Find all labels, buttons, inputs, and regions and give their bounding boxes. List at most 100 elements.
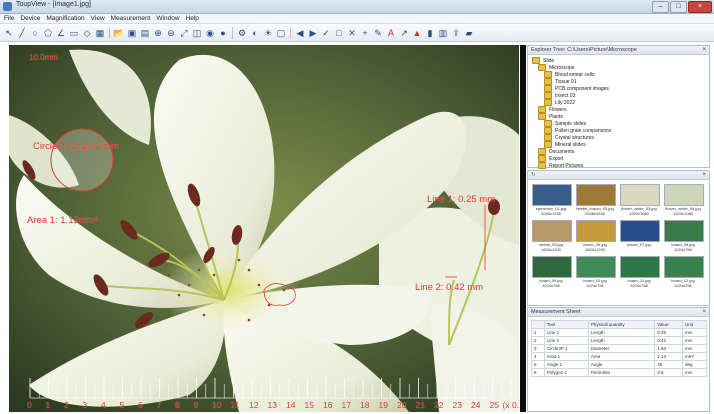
snapshot-icon[interactable]: ◉ [204, 27, 216, 39]
color-icon[interactable]: ◐ [249, 27, 261, 39]
column-header[interactable]: Value [654, 320, 683, 329]
brightness-icon[interactable]: ☀ [262, 27, 274, 39]
scale-ruler[interactable]: 0 1 2 3 4 5 6 7 8 9 10 11 12 13 14 15 16 17 18 19 20 21 22 23 24… [9, 368, 519, 412]
rect-icon[interactable]: ▭ [68, 27, 80, 39]
tree-node[interactable]: Export [532, 155, 709, 162]
menu-measurement[interactable]: Measurement [111, 14, 151, 23]
tree-node[interactable]: Sample slides [532, 120, 709, 127]
menu-view[interactable]: View [91, 14, 105, 23]
angle-icon[interactable]: ∠ [55, 27, 67, 39]
chart-icon[interactable]: ▮ [424, 27, 436, 39]
save-icon[interactable]: ▣ [126, 27, 138, 39]
thumbnail[interactable]: board_12.jpg 1024x768 [664, 256, 704, 288]
tree-node[interactable]: Plants [532, 113, 709, 120]
record-icon[interactable]: ● [217, 27, 229, 39]
histogram-icon[interactable]: ▥ [437, 27, 449, 39]
actual-size-icon[interactable]: ◫ [191, 27, 203, 39]
plus-icon[interactable]: + [359, 27, 371, 39]
thumbnail[interactable]: board_09.jpg 1024x768 [532, 256, 572, 288]
thumbnail[interactable]: seeds_05.jpg 1600x1200 [532, 220, 572, 252]
arrow-icon[interactable]: ↗ [398, 27, 410, 39]
minimize-button[interactable]: – [652, 1, 669, 13]
pointer-icon[interactable]: ↖ [3, 27, 15, 39]
thumbnail[interactable]: specimen_01.jpg 2048x1536 [532, 184, 572, 216]
open-icon[interactable]: 📂 [113, 27, 125, 39]
ruler-label: 7 [156, 400, 162, 410]
grid-icon[interactable]: ▦ [94, 27, 106, 39]
maximize-button[interactable]: □ [670, 1, 687, 13]
settings-icon[interactable]: ⚙ [236, 27, 248, 39]
tree-node[interactable]: Tissue 01 [532, 78, 709, 85]
line1-measurement-label[interactable]: Line 1: 0.25 mm [427, 194, 495, 205]
export-icon[interactable]: ⇪ [450, 27, 462, 39]
fill-icon[interactable]: ▲ [411, 27, 423, 39]
next-icon[interactable]: ▶ [307, 27, 319, 39]
thumbnail[interactable]: board_10.jpg 1024x768 [576, 256, 616, 288]
menu-window[interactable]: Window [156, 14, 179, 23]
menu-help[interactable]: Help [186, 14, 199, 23]
folder-icon [538, 155, 546, 162]
cross-icon[interactable]: ✕ [346, 27, 358, 39]
refresh-icon[interactable]: ↻ [531, 172, 536, 178]
close-button[interactable]: × [688, 1, 712, 13]
tree-node[interactable]: Report Pictures [532, 162, 709, 169]
column-header[interactable]: Tool [543, 320, 589, 329]
column-header[interactable]: Physical quantity [587, 320, 656, 329]
close-icon[interactable]: × [702, 171, 706, 179]
pen-icon[interactable]: ✎ [372, 27, 384, 39]
tree-node[interactable]: Mineral slides [532, 141, 709, 148]
text-icon[interactable]: A [385, 27, 397, 39]
tree-node[interactable]: Microscope [532, 64, 709, 71]
menu-device[interactable]: Device [20, 14, 40, 23]
table-row[interactable]: 6 Polygon 1 Perimeter 3.6 mm [531, 368, 708, 377]
tree-node[interactable]: Documents [532, 148, 709, 155]
tree-node[interactable]: Flowers [532, 106, 709, 113]
select-icon[interactable]: ▢ [275, 27, 287, 39]
circle-measurement-label[interactable]: Circle3P 1: 1.93 mm [33, 141, 119, 152]
table-row[interactable]: 1 Line 1 Length 0.25 mm [531, 328, 708, 337]
fit-icon[interactable]: ⤢ [178, 27, 190, 39]
tree-node[interactable]: Blood smear cells [532, 71, 709, 78]
zoom-out-icon[interactable]: ⊖ [165, 27, 177, 39]
close-icon[interactable]: × [702, 308, 706, 316]
tree-node[interactable]: Pollen grain comparisons [532, 127, 709, 134]
tree-node[interactable]: Slide [532, 57, 709, 64]
menu-magnification[interactable]: Magnification [46, 14, 84, 23]
thumbnail[interactable]: flower_white_04.jpg 1920x1080 [664, 184, 704, 216]
tree-node[interactable]: Crystal structures [532, 134, 709, 141]
table-row[interactable]: 3 Circle3P 1 Diameter 1.93 mm [531, 344, 708, 353]
folder-icon [544, 92, 552, 99]
line2-measurement-label[interactable]: Line 2: 0.42 mm [415, 282, 483, 293]
column-header[interactable]: Unit [681, 320, 708, 329]
thumbnail[interactable]: insect_07.jpg [620, 220, 660, 252]
zoom-in-icon[interactable]: ⊕ [152, 27, 164, 39]
tree-node[interactable]: Insect 03 [532, 92, 709, 99]
menu-file[interactable]: File [4, 14, 14, 23]
check-icon[interactable]: ✓ [320, 27, 332, 39]
thumbnail-caption: board_09.jpg 1024x768 [539, 278, 563, 288]
line-icon[interactable]: ╱ [16, 27, 28, 39]
tree-node[interactable]: Lily 2022 [532, 99, 709, 106]
table-row[interactable]: 4 Area 1 Area 1.13 mm² [531, 352, 708, 361]
area-icon[interactable]: ◇ [81, 27, 93, 39]
image-viewer[interactable]: 10.0mm Circle3P 1: 1.93 mm Area 1: 1.13m… [9, 45, 519, 412]
close-icon[interactable]: × [702, 46, 706, 54]
polygon-icon[interactable]: ⬠ [42, 27, 54, 39]
tree-node[interactable]: PCB component images [532, 85, 709, 92]
column-header[interactable] [531, 320, 545, 329]
thumbnail[interactable]: board_08.jpg 1024x768 [664, 220, 704, 252]
circle-icon[interactable]: ○ [29, 27, 41, 39]
area-measurement-label[interactable]: Area 1: 1.13mm² [27, 215, 98, 226]
prev-icon[interactable]: ◀ [294, 27, 306, 39]
thumbnail[interactable]: board_11.jpg 1024x768 [620, 256, 660, 288]
folder-icon[interactable]: ▰ [463, 27, 475, 39]
ruler-label: 3 [82, 400, 88, 410]
square-icon[interactable]: □ [333, 27, 345, 39]
thumbnail[interactable]: flower_white_03.jpg 1920x1080 [620, 184, 660, 216]
thumbnail[interactable]: insect_06.jpg 1600x1200 [576, 220, 616, 252]
table-row[interactable]: 5 Angle 1 Angle 45 deg [531, 360, 708, 369]
panel-splitter[interactable] [520, 45, 526, 412]
save-as-icon[interactable]: ▤ [139, 27, 151, 39]
table-row[interactable]: 2 Line 2 Length 0.42 mm [531, 336, 708, 345]
thumbnail[interactable]: beetle_macro_02.jpg 2048x1536 [576, 184, 616, 216]
